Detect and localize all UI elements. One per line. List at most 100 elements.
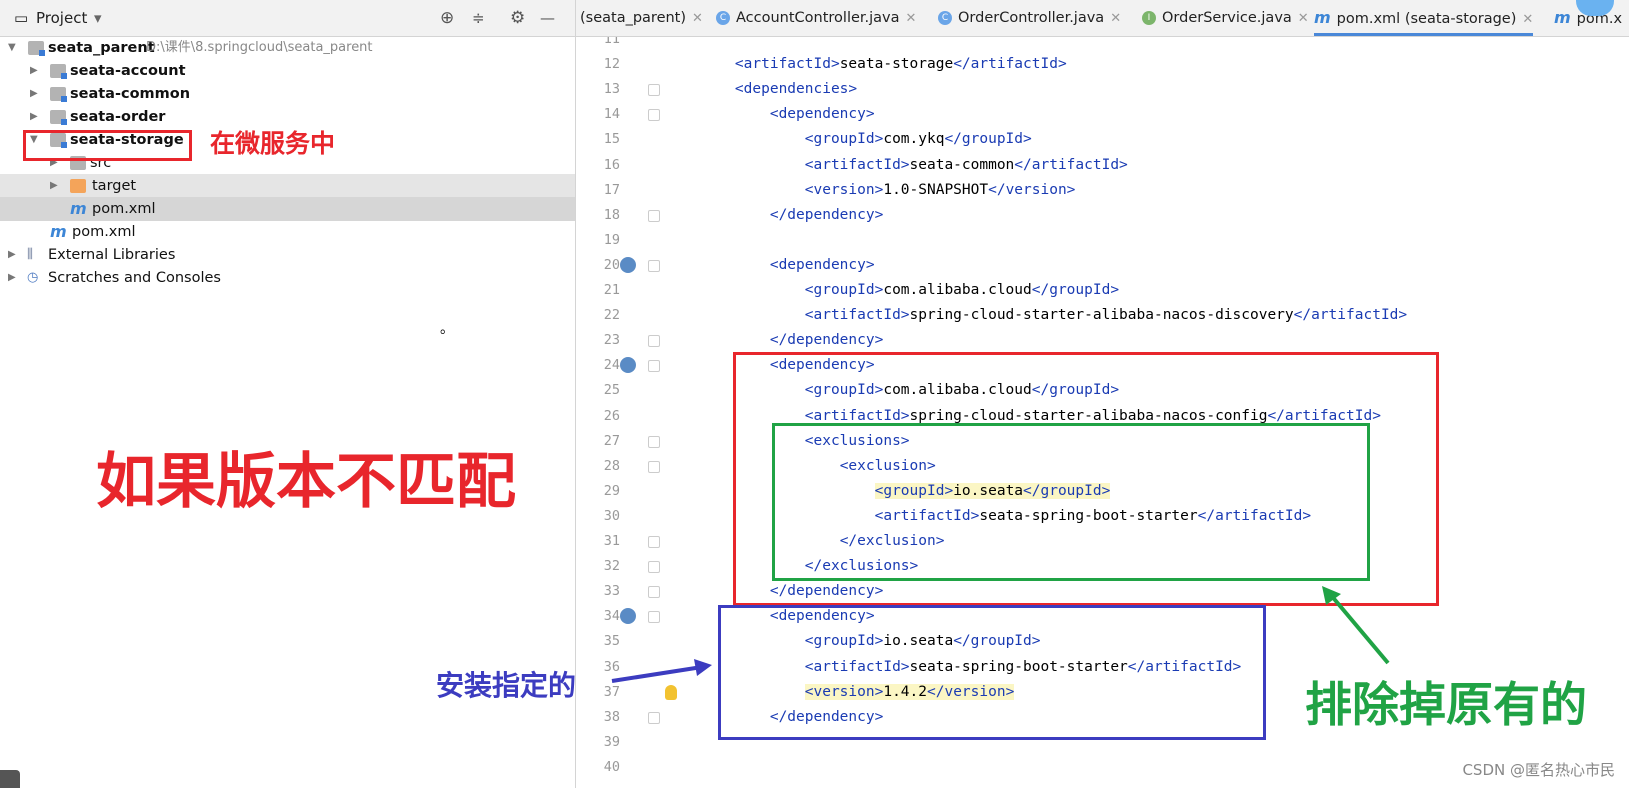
stray-mark: 。 xyxy=(440,321,454,337)
expand-arrow-icon[interactable]: ▶ xyxy=(50,151,60,175)
line-number: 33 xyxy=(603,583,620,600)
module-folder-icon xyxy=(50,133,67,148)
fold-marker-icon[interactable] xyxy=(648,435,660,448)
code-line[interactable]: <dependency> xyxy=(700,102,875,127)
close-icon[interactable]: ✕ xyxy=(1110,11,1121,26)
code-line[interactable]: <groupId>com.ykq</groupId> xyxy=(700,127,1032,152)
code-line[interactable]: <version>1.4.2</version> xyxy=(700,680,1015,705)
line-number: 20 xyxy=(603,256,620,273)
fold-marker-icon[interactable] xyxy=(648,536,660,548)
tab-order-controller[interactable]: C OrderController.java ✕ xyxy=(938,0,1121,36)
code-line[interactable]: <dependency> xyxy=(700,604,875,629)
fold-marker-icon[interactable] xyxy=(648,209,660,222)
tree-item-seata-account[interactable]: ▶ seata-account xyxy=(0,59,575,83)
line-number: 11 xyxy=(603,37,620,47)
fold-marker-icon[interactable] xyxy=(648,335,660,348)
code-line[interactable]: <artifactId>seata-storage</artifactId> xyxy=(700,52,1067,77)
collapse-all-icon[interactable]: ≑ xyxy=(472,0,485,36)
project-view-title[interactable]: Project xyxy=(36,0,87,36)
code-line[interactable]: <artifactId>seata-common</artifactId> xyxy=(700,153,1128,178)
code-line[interactable]: <artifactId>spring-cloud-starter-alibaba… xyxy=(700,303,1407,328)
locate-icon[interactable]: ⊕ xyxy=(440,0,454,36)
interface-icon: I xyxy=(1142,11,1156,25)
tab-order-service[interactable]: I OrderService.java ✕ xyxy=(1142,0,1309,36)
line-number: 29 xyxy=(603,482,620,499)
code-line[interactable]: <dependency> xyxy=(700,353,875,378)
tab-pom-xml-seata-storage[interactable]: m pom.xml (seata-storage) ✕ xyxy=(1314,0,1534,36)
tree-item-pom-xml[interactable]: m pom.xml xyxy=(0,220,575,244)
code-line[interactable]: </exclusions> xyxy=(700,554,919,579)
code-line[interactable]: </dependency> xyxy=(700,579,884,604)
expand-arrow-icon[interactable]: ▶ xyxy=(30,105,40,129)
code-line[interactable]: <artifactId>seata-spring-boot-starter</a… xyxy=(700,504,1312,529)
tree-item-label: seata-order xyxy=(70,109,166,125)
fold-marker-icon[interactable] xyxy=(648,586,660,599)
code-line[interactable]: </dependency> xyxy=(700,705,884,730)
tree-item-path: D:\课件\8.springcloud\seata_parent xyxy=(146,40,373,55)
line-number: 39 xyxy=(603,733,620,750)
fold-marker-icon[interactable] xyxy=(648,259,660,272)
fold-marker-icon[interactable] xyxy=(648,611,660,624)
expand-arrow-icon[interactable]: ▼ xyxy=(8,36,18,60)
project-toolbar: ▭ Project ▾ ⊕ ≑ ⚙ — xyxy=(0,0,575,37)
gear-icon[interactable]: ⚙ xyxy=(510,0,525,36)
expand-arrow-icon[interactable]: ▶ xyxy=(30,59,40,83)
line-number: 25 xyxy=(603,382,620,399)
code-line[interactable]: <dependencies> xyxy=(700,77,857,102)
code-line[interactable]: <groupId>io.seata</groupId> xyxy=(700,479,1111,504)
tree-item-pom-xml-selected[interactable]: m pom.xml xyxy=(0,197,575,221)
tree-item-target[interactable]: ▶ target xyxy=(0,174,575,198)
maven-file-icon: m xyxy=(1554,8,1571,27)
override-marker-icon[interactable] xyxy=(620,608,636,625)
override-marker-icon[interactable] xyxy=(620,256,636,273)
fold-marker-icon[interactable] xyxy=(648,360,660,373)
expand-arrow-icon[interactable]: ▶ xyxy=(8,266,18,290)
line-number: 15 xyxy=(603,131,620,148)
line-number: 19 xyxy=(603,231,620,248)
line-number: 22 xyxy=(603,307,620,324)
expand-arrow-icon[interactable]: ▶ xyxy=(30,82,40,106)
expand-arrow-icon[interactable]: ▶ xyxy=(50,174,60,198)
line-number: 13 xyxy=(603,81,620,98)
code-line[interactable]: <groupId>com.alibaba.cloud</groupId> xyxy=(700,378,1119,403)
code-line[interactable]: <dependency> xyxy=(700,253,875,278)
close-icon[interactable]: ✕ xyxy=(692,11,703,26)
fold-marker-icon[interactable] xyxy=(648,561,660,574)
line-number: 14 xyxy=(603,106,620,123)
tree-item-external-libraries[interactable]: ▶ ⫼ External Libraries xyxy=(0,243,575,267)
tab-account-controller[interactable]: C AccountController.java ✕ xyxy=(716,0,916,36)
tree-item-seata-common[interactable]: ▶ seata-common xyxy=(0,82,575,106)
code-line[interactable]: </exclusion> xyxy=(700,529,945,554)
line-number: 17 xyxy=(603,181,620,198)
code-line[interactable]: <artifactId>seata-spring-boot-starter</a… xyxy=(700,655,1242,680)
expand-arrow-icon[interactable]: ▼ xyxy=(30,128,40,152)
fold-marker-icon[interactable] xyxy=(648,109,660,122)
corner-tool-button[interactable] xyxy=(0,770,20,788)
code-line[interactable]: <groupId>com.alibaba.cloud</groupId> xyxy=(700,278,1119,303)
code-line[interactable]: <artifactId>spring-cloud-starter-alibaba… xyxy=(700,404,1381,429)
code-line[interactable]: <exclusion> xyxy=(700,454,936,479)
code-line[interactable]: </dependency> xyxy=(700,328,884,353)
close-icon[interactable]: ✕ xyxy=(906,11,917,26)
annotation-exclude-original: 排除掉原有的 xyxy=(1305,678,1587,733)
code-line[interactable]: </dependency> xyxy=(700,203,884,228)
chevron-down-icon[interactable]: ▾ xyxy=(94,0,102,36)
code-line[interactable]: <version>1.0-SNAPSHOT</version> xyxy=(700,178,1076,203)
tree-item-scratches[interactable]: ▶ ◷ Scratches and Consoles xyxy=(0,266,575,290)
project-view-icon[interactable]: ▭ xyxy=(14,0,28,36)
class-icon: C xyxy=(716,11,730,25)
code-line[interactable]: <exclusions> xyxy=(700,429,910,454)
fold-marker-icon[interactable] xyxy=(648,711,660,724)
tree-item-label: pom.xml xyxy=(92,201,156,217)
expand-arrow-icon[interactable]: ▶ xyxy=(8,243,18,267)
tree-item-seata-parent[interactable]: ▼ seata_parent D:\课件\8.springcloud\seata… xyxy=(0,36,575,60)
lightbulb-icon[interactable] xyxy=(665,684,677,700)
fold-marker-icon[interactable] xyxy=(648,84,660,97)
close-icon[interactable]: ✕ xyxy=(1298,11,1309,26)
code-line[interactable]: <groupId>io.seata</groupId> xyxy=(700,629,1041,654)
close-icon[interactable]: ✕ xyxy=(1522,12,1533,27)
override-marker-icon[interactable] xyxy=(620,357,636,374)
hide-panel-icon[interactable]: — xyxy=(540,0,555,36)
tab-seata-parent[interactable]: (seata_parent) ✕ xyxy=(580,0,703,36)
fold-marker-icon[interactable] xyxy=(648,460,660,473)
